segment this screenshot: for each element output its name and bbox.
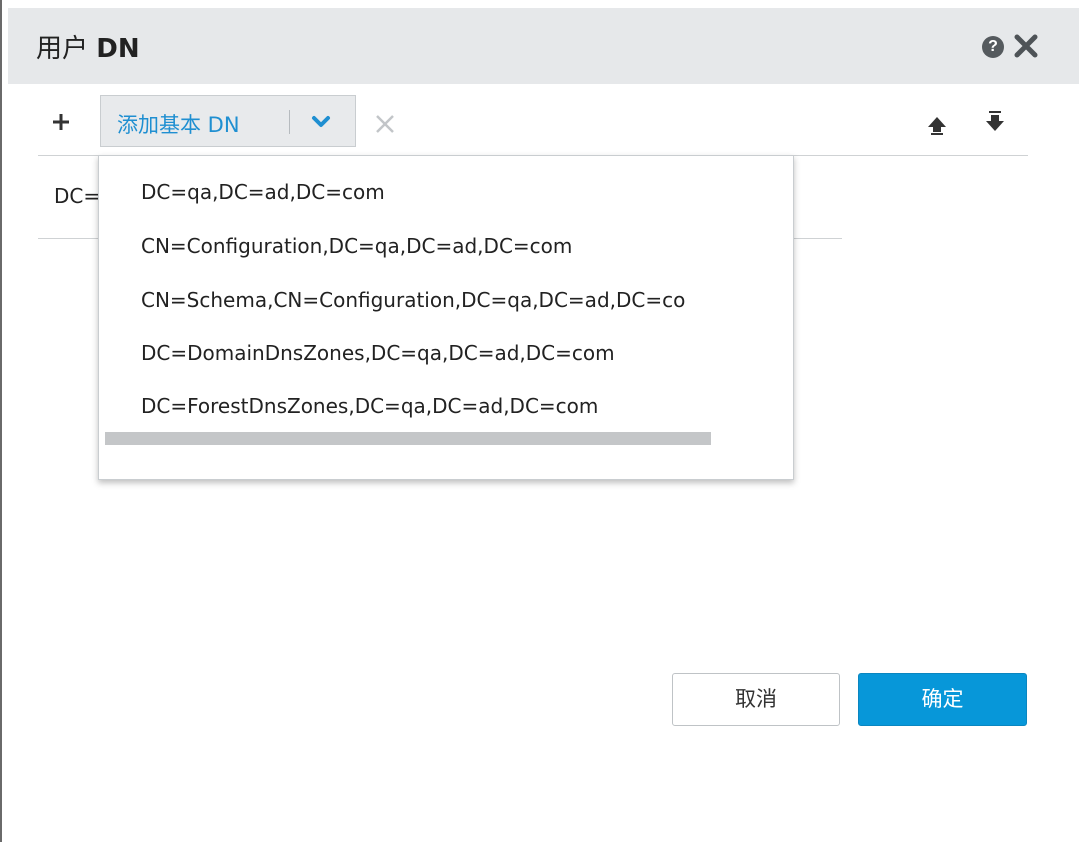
dropdown-option[interactable]: DC=ForestDnsZones,DC=qa,DC=ad,DC=com: [141, 394, 598, 418]
arrow-down-icon[interactable]: [984, 110, 1006, 132]
dialog-title-dn: DN: [96, 34, 140, 64]
dialog-title: 用户 DN: [36, 28, 140, 65]
list-item[interactable]: DC=: [54, 184, 100, 208]
add-base-dn-label[interactable]: 添加基本 DN: [117, 109, 240, 139]
window-top-strip: [0, 0, 1079, 7]
help-glyph: ?: [988, 38, 998, 55]
chevron-down-icon[interactable]: [309, 112, 333, 132]
dropdown-option[interactable]: DC=qa,DC=ad,DC=com: [141, 180, 385, 204]
add-base-dn-split-button[interactable]: 添加基本 DN: [100, 95, 356, 147]
window-left-border: [0, 0, 2, 842]
plus-icon[interactable]: [50, 111, 72, 133]
arrow-up-icon[interactable]: [926, 115, 948, 137]
question-circle-icon[interactable]: ?: [982, 36, 1004, 58]
base-dn-dropdown-menu: DC=qa,DC=ad,DC=com CN=Configuration,DC=q…: [98, 155, 794, 480]
toolbar: 添加基本 DN: [38, 85, 1028, 156]
dropdown-option[interactable]: CN=Schema,CN=Configuration,DC=qa,DC=ad,D…: [141, 288, 685, 312]
dropdown-option[interactable]: DC=DomainDnsZones,DC=qa,DC=ad,DC=com: [141, 341, 615, 365]
split-divider: [289, 110, 290, 134]
dialog-header: 用户 DN ?: [8, 8, 1079, 84]
close-icon[interactable]: [1010, 30, 1042, 62]
ok-button[interactable]: 确定: [858, 673, 1027, 726]
dialog-title-cn: 用户: [36, 34, 89, 64]
x-icon[interactable]: [374, 113, 396, 135]
user-dn-dialog: 用户 DN ? 添加基本 DN DC= DC=qa,DC=ad,DC=com C…: [8, 8, 1079, 842]
page: 用户 DN ? 添加基本 DN DC= DC=qa,DC=ad,DC=com C…: [0, 0, 1079, 842]
cancel-button[interactable]: 取消: [672, 673, 840, 726]
horizontal-scrollbar[interactable]: [105, 432, 711, 445]
dropdown-option[interactable]: CN=Configuration,DC=qa,DC=ad,DC=com: [141, 234, 572, 258]
